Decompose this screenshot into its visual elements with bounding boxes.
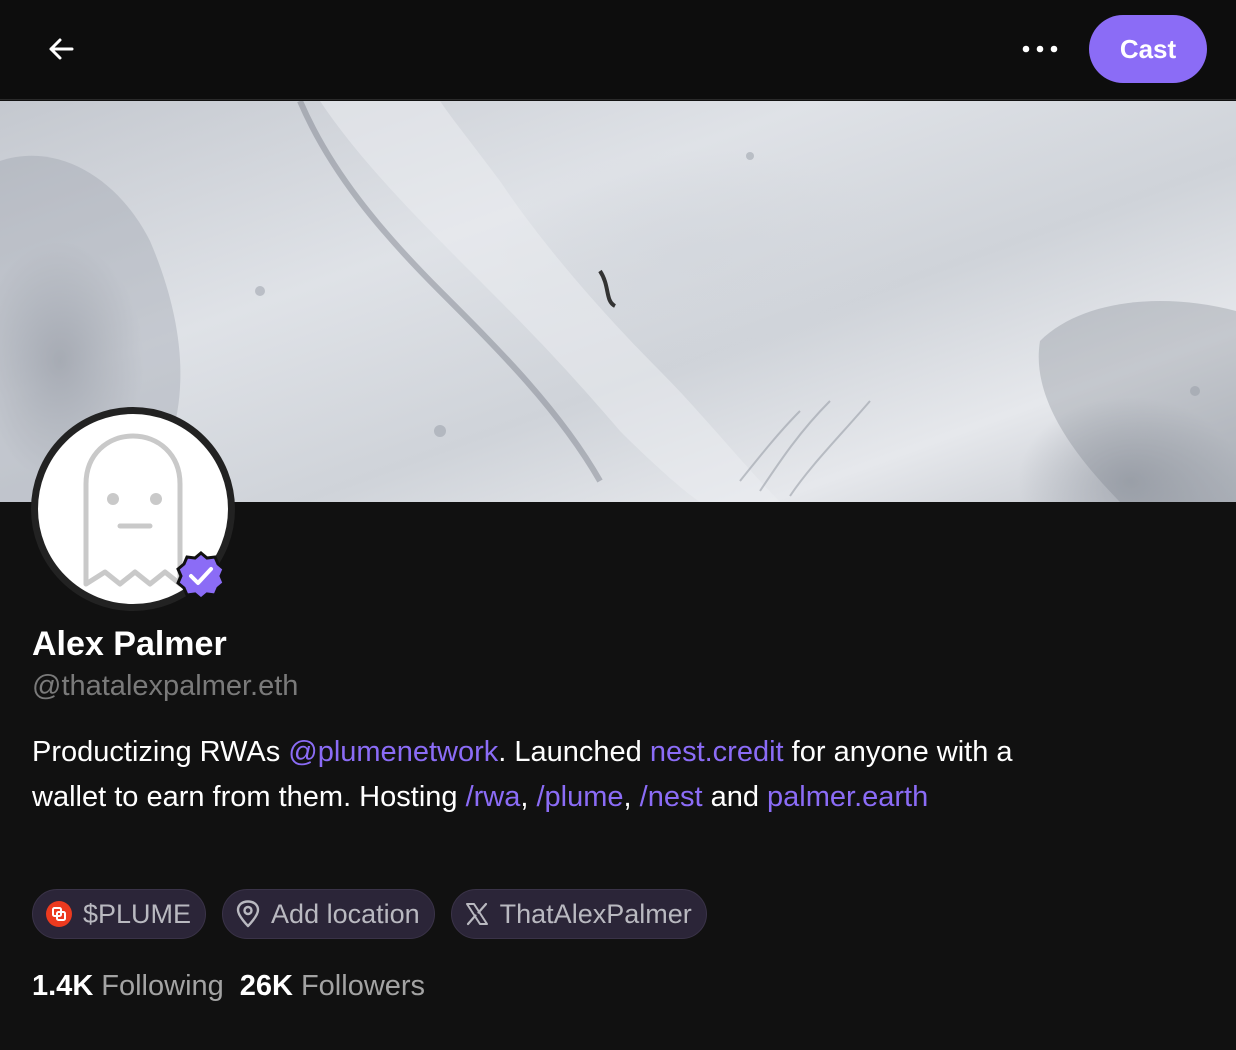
back-button[interactable] [38,30,84,68]
following-label: Following [101,970,224,1002]
chip-label: ThatAlexPalmer [499,898,692,929]
bio-link-plume-channel[interactable]: /plume [537,781,624,813]
following-stat[interactable]: 1.4K Following [32,966,224,1006]
bio-link-nest-channel[interactable]: /nest [640,781,703,813]
bio-text: , [520,781,537,813]
more-options-button[interactable] [1016,30,1064,68]
bio-link-rwa-channel[interactable]: /rwa [466,781,521,813]
ellipsis-icon [1022,45,1058,53]
chip-x-account[interactable]: ThatAlexPalmer [450,889,707,939]
bio-text: , [623,781,640,813]
top-bar: Cast [0,0,1236,100]
follow-stats: 1.4K Following 26K Followers [32,966,425,1006]
profile-chips: $PLUME Add location ThatAlexPalmer [32,889,707,939]
arrow-left-icon [49,38,74,60]
display-name: Alex Palmer [32,625,227,663]
bio-link-nest-credit[interactable]: nest.credit [650,736,784,768]
profile-bio: Productizing RWAs @plumenetwork. Launche… [32,730,1032,820]
chip-add-location[interactable]: Add location [222,889,435,939]
following-count: 1.4K [32,970,94,1002]
x-logo-icon [464,901,490,927]
chip-label: $PLUME [83,898,192,929]
location-pin-icon [235,900,261,928]
verified-badge-icon [176,551,226,601]
verified-badge [176,551,226,601]
followers-label: Followers [300,970,426,1002]
bio-text: and [702,781,768,813]
chip-plume-token[interactable]: $PLUME [32,889,207,939]
followers-stat[interactable]: 26K Followers [240,966,425,1006]
cast-button[interactable]: Cast [1089,15,1207,83]
username: @thatalexpalmer.eth [32,670,299,702]
plume-token-icon [45,900,73,928]
bio-link-plumenetwork[interactable]: @plumenetwork [288,736,498,768]
bio-link-palmer-earth[interactable]: palmer.earth [767,781,928,813]
bio-text: Productizing RWAs [32,736,289,768]
bio-text: . Launched [498,736,650,768]
followers-count: 26K [239,970,293,1002]
chip-label: Add location [271,898,420,929]
